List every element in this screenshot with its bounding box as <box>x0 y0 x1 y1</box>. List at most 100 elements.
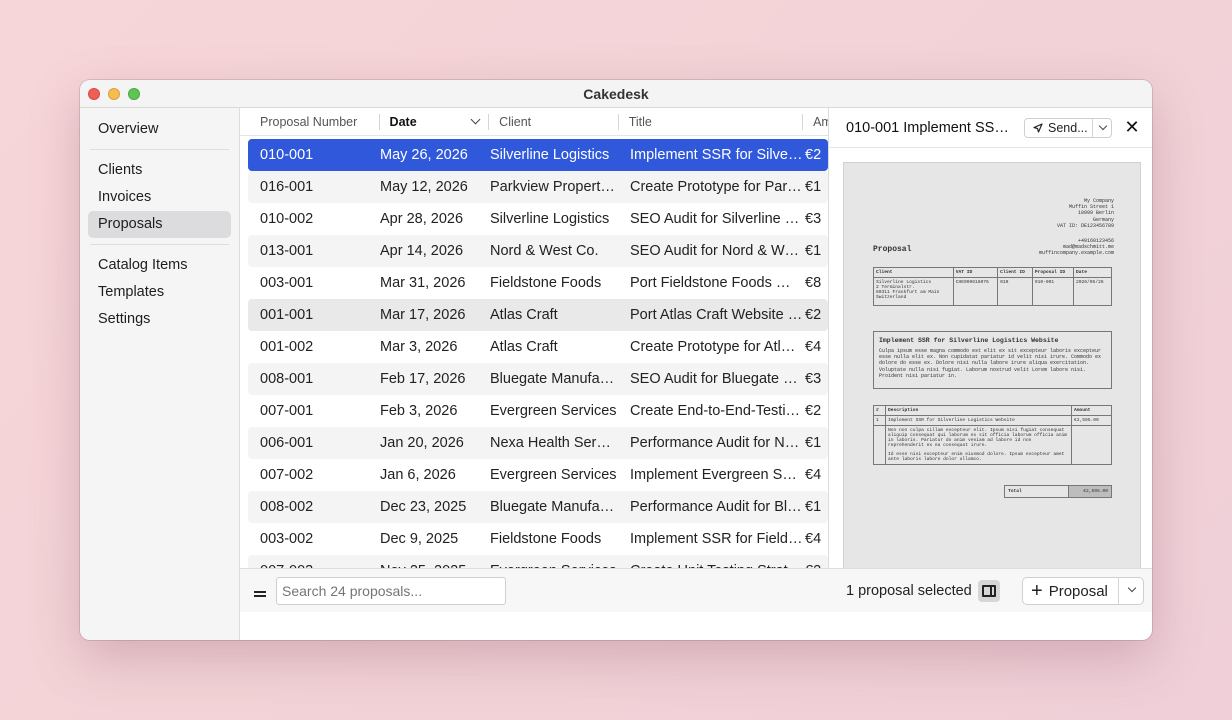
cell-number: 010-001 <box>260 147 314 163</box>
send-menu-button[interactable] <box>1093 119 1111 137</box>
column-header-proposal-number[interactable]: Proposal Number <box>240 108 380 136</box>
cell-title: Implement SSR for Fieldstone Foods <box>630 531 803 547</box>
cell-title: Create End-to-End-Testing Strategy <box>630 403 803 419</box>
items-header: Description <box>885 405 1072 416</box>
document-description: Implement SSR for Silverline Logistics W… <box>873 331 1112 389</box>
meta-value: CHE099616076 <box>952 277 999 306</box>
cell-number: 001-001 <box>260 307 314 323</box>
cell-number: 013-001 <box>260 243 314 259</box>
menu-icon[interactable] <box>254 591 266 599</box>
cell-title: Create Prototype for Atlas Craft <box>630 339 803 355</box>
item-notes-amount-spacer <box>1071 425 1112 465</box>
cell-client: Evergreen Services <box>490 467 617 483</box>
close-window-button[interactable] <box>88 88 100 100</box>
column-header-client[interactable]: Client <box>489 108 619 136</box>
table-row[interactable]: 001-001 Mar 17, 2026 Atlas Craft Port Atlas… <box>248 299 828 331</box>
add-proposal-button[interactable]: + Proposal <box>1023 578 1119 604</box>
cell-date: Dec 23, 2025 <box>380 499 467 515</box>
table-row[interactable]: 007-001 Feb 3, 2026 Evergreen Services Crea… <box>248 395 828 427</box>
cell-number: 010-002 <box>260 211 314 227</box>
company-contact: +49160123456 mad@madschmitt.me muffincompa… <box>1039 238 1114 257</box>
company-address: My Company Muffin Street 1 10999 Berlin Ger… <box>1057 198 1114 229</box>
items-header: # <box>873 405 886 416</box>
send-button[interactable]: Send... <box>1025 119 1093 137</box>
search-input[interactable] <box>276 577 506 605</box>
column-header-label: Proposal Number <box>260 115 358 129</box>
cell-title: Implement SSR for Silverline Logistics <box>630 147 803 163</box>
document-heading: Proposal <box>873 245 912 254</box>
meta-header: Client <box>873 267 954 278</box>
detail-panel: 010-001 Implement SSR for Silverline Log… <box>828 108 1152 596</box>
plus-icon: + <box>1031 580 1043 602</box>
table-row[interactable]: 010-002 Apr 28, 2026 Silverline Logistics S… <box>248 203 828 235</box>
document-preview: My Company Muffin Street 1 10999 Berlin Ger… <box>843 162 1141 582</box>
table-row[interactable]: 008-002 Dec 23, 2025 Bluegate Manufacturin… <box>248 491 828 523</box>
meta-value: 2026/05/26 <box>1073 277 1112 306</box>
sidebar-right-icon <box>982 585 996 597</box>
detail-header: 010-001 Implement SSR for Silverline Log… <box>829 108 1152 148</box>
item-notes: Non non culpa cillum excepteur elit. Ips… <box>885 425 1072 465</box>
sidebar-item-invoices[interactable]: Invoices <box>88 184 231 211</box>
sidebar-divider <box>90 244 229 245</box>
cell-date: May 12, 2026 <box>380 179 468 195</box>
table-row[interactable]: 008-001 Feb 17, 2026 Bluegate Manufacturin… <box>248 363 828 395</box>
table-row[interactable]: 016-001 May 12, 2026 Parkview Properties Cr… <box>248 171 828 203</box>
cell-title: SEO Audit for Bluegate Manufacturing <box>630 371 803 387</box>
cell-client: Atlas Craft <box>490 339 558 355</box>
table-row[interactable]: 007-002 Jan 6, 2026 Evergreen Services Impl… <box>248 459 828 491</box>
cell-title: Performance Audit for Nexa Health <box>630 435 803 451</box>
cell-date: Jan 20, 2026 <box>380 435 464 451</box>
add-proposal-label: Proposal <box>1048 582 1108 600</box>
meta-header: VAT ID <box>952 267 999 278</box>
sidebar-item-templates[interactable]: Templates <box>88 279 231 306</box>
paper-plane-icon <box>1033 123 1043 133</box>
column-header-title[interactable]: Title <box>619 108 804 136</box>
table-row[interactable]: 001-002 Mar 3, 2026 Atlas Craft Create Prot… <box>248 331 828 363</box>
contact-line: muffincompany.example.com <box>1038 250 1114 257</box>
cell-client: Bluegate Manufacturing <box>490 499 618 515</box>
cell-client: Atlas Craft <box>490 307 558 323</box>
chevron-down-icon <box>470 114 481 125</box>
title-bar[interactable]: Cakedesk <box>80 80 1152 108</box>
proposal-document: My Company Muffin Street 1 10999 Berlin Ger… <box>844 163 1142 583</box>
cell-amount: €2 <box>805 147 822 163</box>
column-header-date[interactable]: Date <box>380 108 490 136</box>
cell-date: Jan 6, 2026 <box>380 467 456 483</box>
sidebar-divider <box>90 149 229 150</box>
sidebar-item-catalog-items[interactable]: Catalog Items <box>88 252 231 279</box>
cell-client: Silverline Logistics <box>490 211 610 227</box>
list-footer: 1 proposal selected + Proposal <box>240 568 1152 612</box>
close-icon[interactable]: ✕ <box>1124 118 1140 136</box>
table-row[interactable]: 013-001 Apr 14, 2026 Nord & West Co. SEO Au… <box>248 235 828 267</box>
add-proposal-menu-button[interactable] <box>1119 578 1143 604</box>
sidebar-item-clients[interactable]: Clients <box>88 157 231 184</box>
table-row[interactable]: 003-001 Mar 31, 2026 Fieldstone Foods Port … <box>248 267 828 299</box>
table-row[interactable]: 006-001 Jan 20, 2026 Nexa Health Services P… <box>248 427 828 459</box>
cell-date: Apr 28, 2026 <box>380 211 464 227</box>
document-meta-table: Client VAT ID Client ID Proposal ID Date Sil… <box>873 267 1112 306</box>
table-row[interactable]: 010-001 May 26, 2026 Silverline Logistics I… <box>248 139 828 171</box>
cell-date: May 26, 2026 <box>380 147 468 163</box>
table-row[interactable]: 003-002 Dec 9, 2025 Fieldstone Foods Implem… <box>248 523 828 555</box>
column-header-label: Am <box>813 115 828 129</box>
maximize-window-button[interactable] <box>128 88 140 100</box>
sidebar-item-proposals[interactable]: Proposals <box>88 211 231 238</box>
description-text: Culpa ipsum esse magna commodo est elit … <box>879 348 1102 379</box>
sidebar-item-settings[interactable]: Settings <box>88 306 231 333</box>
cell-amount: €1 <box>805 243 822 259</box>
cell-date: Dec 9, 2025 <box>380 531 459 547</box>
cell-number: 003-001 <box>260 275 314 291</box>
meta-header: Client ID <box>997 267 1033 278</box>
cell-number: 008-002 <box>260 499 314 515</box>
minimize-window-button[interactable] <box>108 88 120 100</box>
column-header-am[interactable]: Am <box>803 108 828 136</box>
toggle-detail-panel-button[interactable] <box>978 580 1000 602</box>
item-description: Implement SSR for Silverline Logistics W… <box>885 415 1072 426</box>
window-controls <box>88 88 140 100</box>
cell-number: 006-001 <box>260 435 314 451</box>
cell-date: Mar 31, 2026 <box>380 275 466 291</box>
sidebar-item-overview[interactable]: Overview <box>88 116 231 143</box>
cell-client: Fieldstone Foods <box>490 531 602 547</box>
item-amount: €2,595.00 <box>1071 415 1112 426</box>
selection-status: 1 proposal selected <box>846 583 972 599</box>
